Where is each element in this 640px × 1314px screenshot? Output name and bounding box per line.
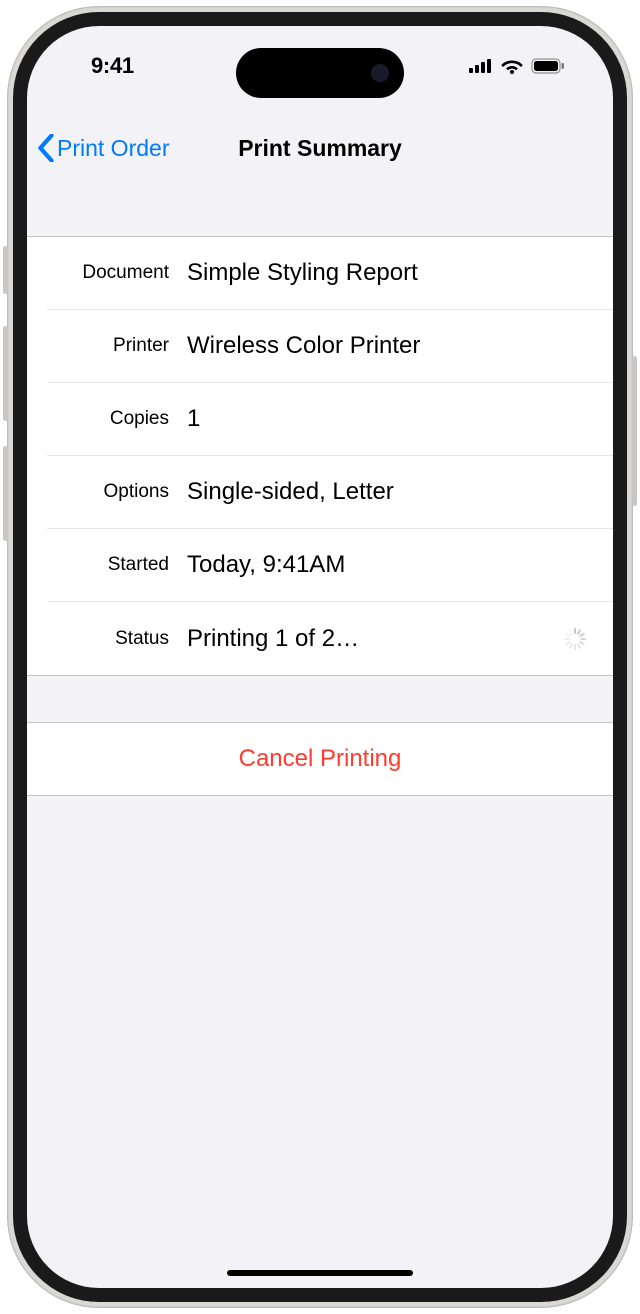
row-label: Started <box>47 554 169 576</box>
screen: 9:41 <box>27 26 613 1288</box>
row-value: Single-sided, Letter <box>187 478 593 506</box>
back-label: Print Order <box>57 135 169 162</box>
cellular-signal-icon <box>469 59 493 73</box>
row-label: Status <box>47 628 169 650</box>
page-title: Print Summary <box>238 135 402 162</box>
volume-up-button <box>3 326 8 421</box>
row-options: Options Single-sided, Letter <box>47 456 613 529</box>
row-value: Printing 1 of 2… <box>187 625 563 653</box>
chevron-left-icon <box>37 134 55 162</box>
row-value: Today, 9:41AM <box>187 551 593 579</box>
home-indicator[interactable] <box>227 1270 413 1276</box>
row-label: Copies <box>47 408 169 430</box>
back-button[interactable]: Print Order <box>37 134 169 162</box>
row-printer: Printer Wireless Color Printer <box>47 310 613 383</box>
nav-bar: Print Order Print Summary <box>27 112 613 184</box>
device-frame: 9:41 <box>7 6 633 1308</box>
status-time: 9:41 <box>91 53 134 79</box>
row-label: Document <box>47 262 169 284</box>
battery-icon <box>531 58 565 74</box>
spinner-icon <box>563 627 587 651</box>
power-button <box>632 356 637 506</box>
content: Document Simple Styling Report Printer W… <box>27 236 613 1288</box>
row-copies: Copies 1 <box>47 383 613 456</box>
device-bezel: 9:41 <box>13 12 627 1302</box>
row-document: Document Simple Styling Report <box>47 237 613 310</box>
row-label: Options <box>47 481 169 503</box>
section-gap <box>27 676 613 722</box>
cancel-section: Cancel Printing <box>27 722 613 796</box>
row-status: Status Printing 1 of 2… <box>47 602 613 675</box>
cancel-printing-button[interactable]: Cancel Printing <box>27 723 613 795</box>
silent-switch <box>3 246 8 294</box>
volume-down-button <box>3 446 8 541</box>
row-started: Started Today, 9:41AM <box>47 529 613 602</box>
summary-section: Document Simple Styling Report Printer W… <box>27 236 613 676</box>
row-value: Simple Styling Report <box>187 259 593 287</box>
row-value: 1 <box>187 405 593 433</box>
wifi-icon <box>501 58 523 74</box>
row-label: Printer <box>47 335 169 357</box>
dynamic-island <box>236 48 404 98</box>
status-indicators <box>469 58 565 74</box>
row-value: Wireless Color Printer <box>187 332 593 360</box>
